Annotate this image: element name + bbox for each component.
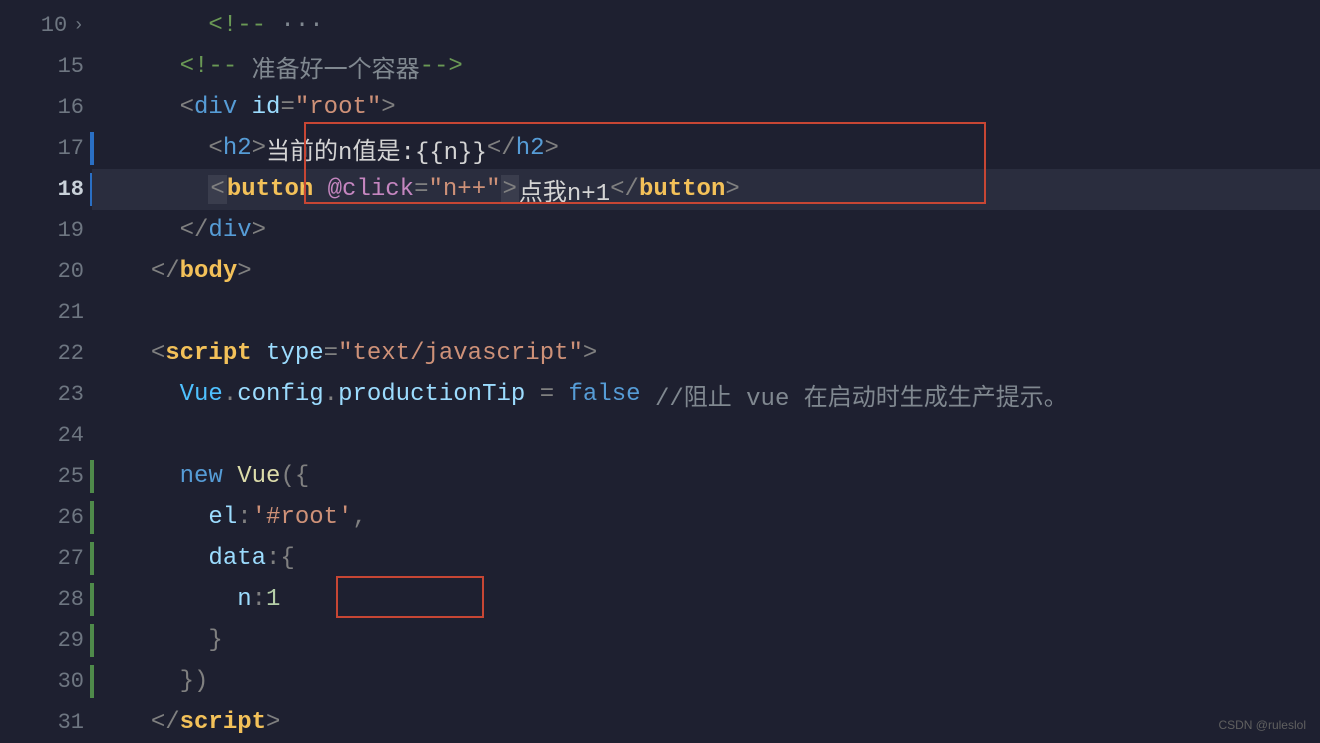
gutter-row[interactable]: 30: [0, 661, 92, 702]
gutter-row[interactable]: 24: [0, 415, 92, 456]
watermark: CSDN @ruleslol: [1218, 718, 1306, 732]
code-line[interactable]: el:'#root',: [92, 497, 1320, 538]
code-line[interactable]: }: [92, 620, 1320, 661]
code-line[interactable]: </body>: [92, 251, 1320, 292]
line-number-gutter: 10› 15 16 17 18 19 20 21 22 23 24 25 26 …: [0, 0, 92, 740]
code-line[interactable]: </script>: [92, 702, 1320, 743]
code-line-current[interactable]: <button @click="n++">点我n+1</button>: [92, 169, 1320, 210]
code-line[interactable]: Vue.config.productionTip = false //阻止 vu…: [92, 374, 1320, 415]
gutter-row[interactable]: 31: [0, 702, 92, 743]
code-line[interactable]: n:1: [92, 579, 1320, 620]
code-line[interactable]: </div>: [92, 210, 1320, 251]
gutter-row[interactable]: 10›: [0, 5, 92, 46]
gutter-row[interactable]: 19: [0, 210, 92, 251]
gutter-row[interactable]: 23: [0, 374, 92, 415]
code-line[interactable]: [92, 292, 1320, 333]
gutter-row[interactable]: 20: [0, 251, 92, 292]
code-line[interactable]: [92, 415, 1320, 456]
gutter-row[interactable]: 16: [0, 87, 92, 128]
code-line[interactable]: <div id="root">: [92, 87, 1320, 128]
gutter-row[interactable]: 22: [0, 333, 92, 374]
code-line[interactable]: <script type="text/javascript">: [92, 333, 1320, 374]
code-line[interactable]: <h2>当前的n值是:{{n}}</h2>: [92, 128, 1320, 169]
code-line[interactable]: <!-- ···: [92, 5, 1320, 46]
gutter-row[interactable]: 25: [0, 456, 92, 497]
gutter-row[interactable]: 26: [0, 497, 92, 538]
code-content-area[interactable]: <!-- ··· <!-- 准备好一个容器--> <div id="root">…: [92, 0, 1320, 740]
gutter-row[interactable]: 28: [0, 579, 92, 620]
gutter-row[interactable]: 15: [0, 46, 92, 87]
gutter-row[interactable]: 27: [0, 538, 92, 579]
code-line[interactable]: }): [92, 661, 1320, 702]
code-editor: 10› 15 16 17 18 19 20 21 22 23 24 25 26 …: [0, 0, 1320, 740]
fold-icon[interactable]: ›: [73, 16, 84, 36]
gutter-row[interactable]: 17: [0, 128, 92, 169]
gutter-row[interactable]: 29: [0, 620, 92, 661]
gutter-row[interactable]: 18: [0, 169, 92, 210]
code-line[interactable]: <!-- 准备好一个容器-->: [92, 46, 1320, 87]
code-line[interactable]: data:{: [92, 538, 1320, 579]
gutter-row[interactable]: 21: [0, 292, 92, 333]
code-line[interactable]: new Vue({: [92, 456, 1320, 497]
